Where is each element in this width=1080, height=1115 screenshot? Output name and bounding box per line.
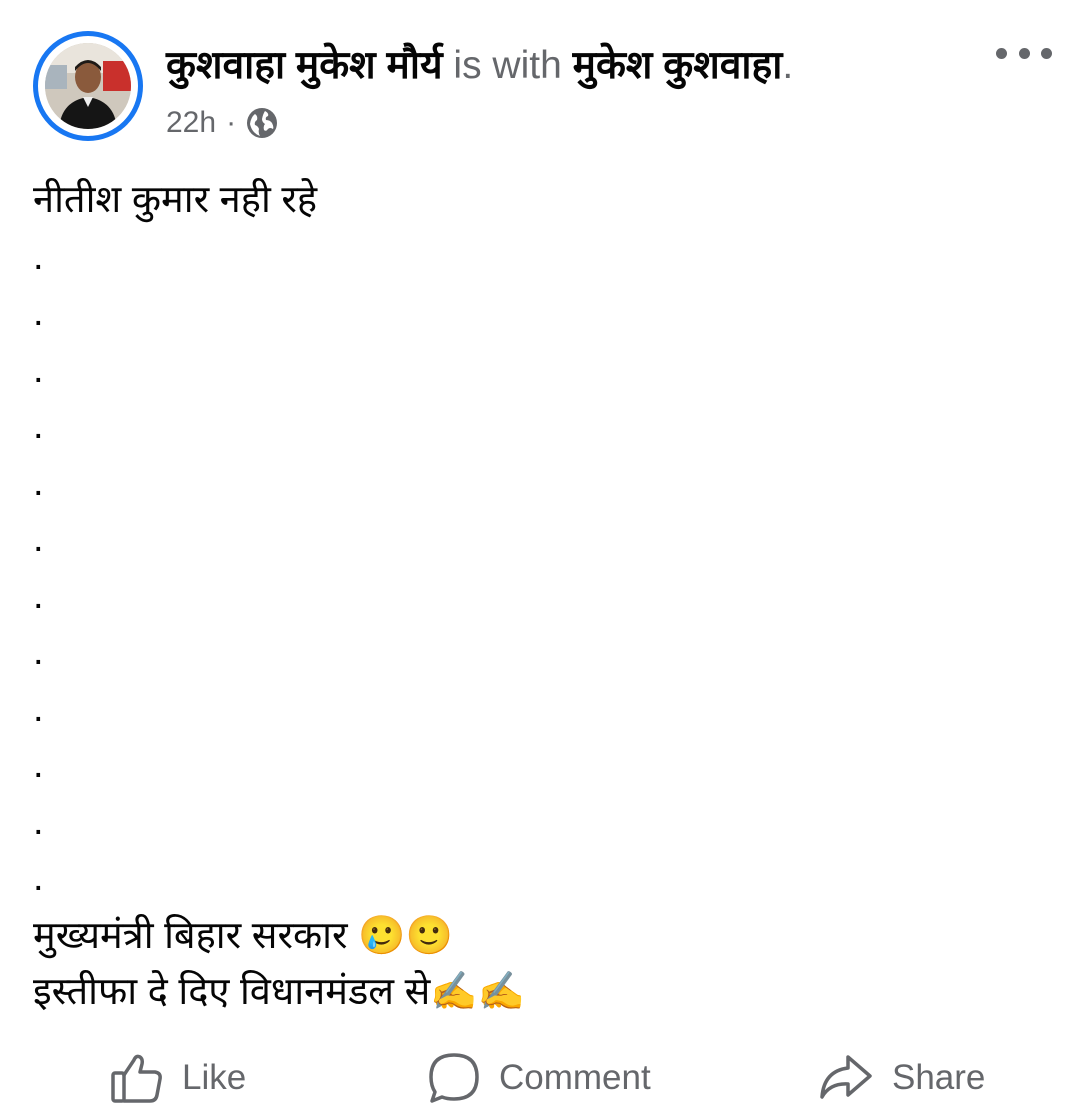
post-first-line: नीतीश कुमार नही रहे — [33, 179, 318, 221]
post-time[interactable]: 22h — [166, 106, 216, 140]
dot-line: . — [33, 518, 44, 560]
globe-icon[interactable] — [246, 107, 278, 139]
post-meta: 22h · — [166, 103, 278, 143]
share-arrow-icon — [818, 1051, 874, 1105]
thumbs-up-icon — [110, 1051, 164, 1105]
dot-line: . — [33, 631, 44, 673]
dot-line: . — [33, 800, 44, 843]
tagged-name[interactable]: मुकेश कुशवाहा — [573, 44, 783, 87]
post-line-3-text: इस्तीफा दे दिए विधानमंडल से — [33, 971, 431, 1013]
share-label: Share — [892, 1058, 986, 1097]
writing-hand-emoji: ✍️✍️ — [430, 969, 525, 1013]
tear-smile-emoji: 🥲🙂 — [358, 912, 453, 957]
dot-line: . — [33, 744, 44, 786]
dot-line: . — [33, 857, 44, 899]
more-dot — [1041, 47, 1052, 59]
action-bar: Like Comment Share — [0, 1046, 1080, 1110]
dot-line: . — [33, 292, 44, 334]
meta-separator: · — [226, 106, 237, 139]
header-period: . — [782, 44, 794, 87]
dot-line: . — [33, 687, 44, 730]
post-line-2-text: मुख्यमंत्री बिहार सरकार — [33, 914, 359, 957]
dot-line: . — [33, 348, 44, 391]
post-line-3: इस्तीफा दे दिए विधानमंडल से✍️✍️ — [33, 963, 1043, 1020]
dot-line: . — [33, 461, 44, 504]
avatar[interactable] — [45, 43, 131, 129]
post-text: नीतीश कुमार नही रहे ............ मुख्यमं… — [33, 172, 1043, 1020]
dot-lines: ............ — [33, 229, 1043, 907]
dot-line: . — [33, 235, 44, 278]
facebook-post: कुशवाहा मुकेश मौर्य is with मुकेश कुशवाह… — [0, 0, 1080, 1115]
post-line-2: मुख्यमंत्री बिहार सरकार 🥲🙂 — [33, 907, 1043, 964]
more-dot — [1018, 47, 1030, 59]
comment-label: Comment — [499, 1058, 651, 1097]
post-header: कुशवाहा मुकेश मौर्य is with मुकेश कुशवाह… — [166, 40, 966, 92]
share-button[interactable]: Share — [818, 1046, 985, 1110]
with-text: is with — [453, 44, 562, 87]
dot-line: . — [33, 405, 44, 447]
like-button[interactable]: Like — [110, 1046, 246, 1110]
author-name[interactable]: कुशवाहा मुकेश मौर्य — [166, 44, 443, 87]
more-options-icon[interactable] — [996, 40, 1052, 66]
dot-line: . — [33, 574, 44, 617]
more-dot — [996, 47, 1007, 59]
comment-button[interactable]: Comment — [427, 1046, 651, 1110]
comment-bubble-icon — [427, 1051, 481, 1105]
story-ring[interactable] — [33, 31, 143, 141]
like-label: Like — [182, 1058, 247, 1097]
